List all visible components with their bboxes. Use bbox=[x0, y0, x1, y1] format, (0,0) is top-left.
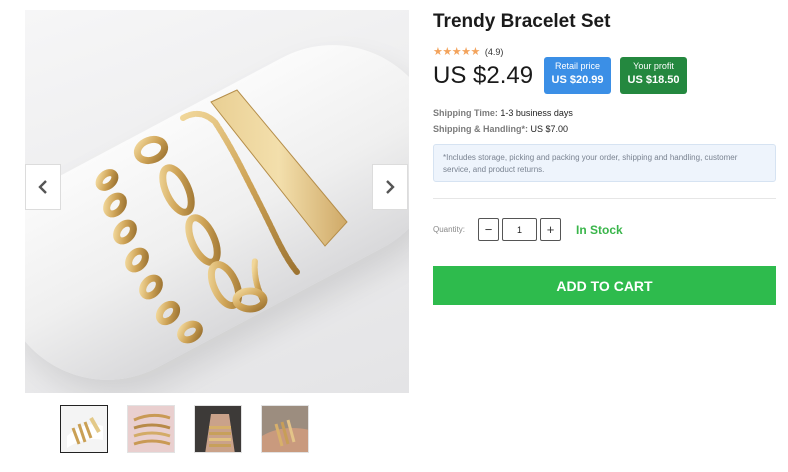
thumbnail-4-image bbox=[262, 406, 308, 452]
profit-value: US $18.50 bbox=[627, 74, 680, 86]
chevron-left-icon bbox=[38, 180, 47, 194]
divider bbox=[433, 198, 776, 199]
thumbnail-strip bbox=[60, 405, 309, 453]
quantity-input[interactable] bbox=[502, 218, 537, 241]
shipping-handling: Shipping & Handling*: US $7.00 bbox=[433, 124, 568, 134]
thumbnail-2[interactable] bbox=[127, 405, 175, 453]
shipping-time-value: 1-3 business days bbox=[500, 108, 573, 118]
product-rating: ★ ★ ★ ★ ★ (4.9) bbox=[433, 45, 503, 58]
thumbnail-3-image bbox=[195, 406, 241, 452]
product-title: Trendy Bracelet Set bbox=[433, 11, 611, 32]
retail-price-label: Retail price bbox=[554, 61, 601, 71]
add-to-cart-button[interactable]: ADD TO CART bbox=[433, 266, 776, 305]
stock-status: In Stock bbox=[576, 223, 623, 237]
plus-icon: + bbox=[546, 222, 555, 237]
shipping-time: Shipping Time: 1-3 business days bbox=[433, 108, 573, 118]
thumbnail-1[interactable] bbox=[60, 405, 108, 453]
star-icon: ★ bbox=[470, 46, 481, 58]
retail-price-badge: Retail price US $20.99 bbox=[544, 57, 611, 94]
shipping-handling-value: US $7.00 bbox=[530, 124, 569, 134]
star-icon: ★ bbox=[433, 46, 443, 58]
star-icon: ★ bbox=[461, 46, 471, 58]
profit-label: Your profit bbox=[633, 61, 674, 71]
thumbnail-3[interactable] bbox=[194, 405, 242, 453]
rating-value: (4.9) bbox=[484, 46, 504, 57]
product-price: US $2.49 bbox=[433, 62, 534, 89]
gallery-prev-button[interactable] bbox=[25, 164, 61, 210]
chevron-right-icon bbox=[386, 180, 395, 194]
main-product-image bbox=[25, 10, 409, 393]
shipping-note: *Includes storage, picking and packing y… bbox=[433, 144, 776, 182]
thumbnail-4[interactable] bbox=[261, 405, 309, 453]
quantity-label: Quantity: bbox=[433, 225, 466, 234]
bracelets-illustration bbox=[95, 89, 348, 344]
shipping-time-label: Shipping Time: bbox=[433, 108, 498, 118]
thumbnail-1-image bbox=[61, 406, 107, 452]
star-icon: ★ bbox=[451, 46, 462, 58]
profit-badge: Your profit US $18.50 bbox=[620, 57, 687, 94]
minus-icon: − bbox=[484, 222, 493, 237]
shipping-handling-label: Shipping & Handling*: bbox=[433, 124, 528, 134]
star-icon: ★ bbox=[442, 46, 452, 58]
gallery-next-button[interactable] bbox=[372, 164, 408, 210]
quantity-decrease-button[interactable]: − bbox=[478, 218, 499, 241]
retail-price-value: US $20.99 bbox=[551, 74, 604, 86]
thumbnail-2-image bbox=[128, 406, 174, 452]
quantity-increase-button[interactable]: + bbox=[540, 218, 561, 241]
